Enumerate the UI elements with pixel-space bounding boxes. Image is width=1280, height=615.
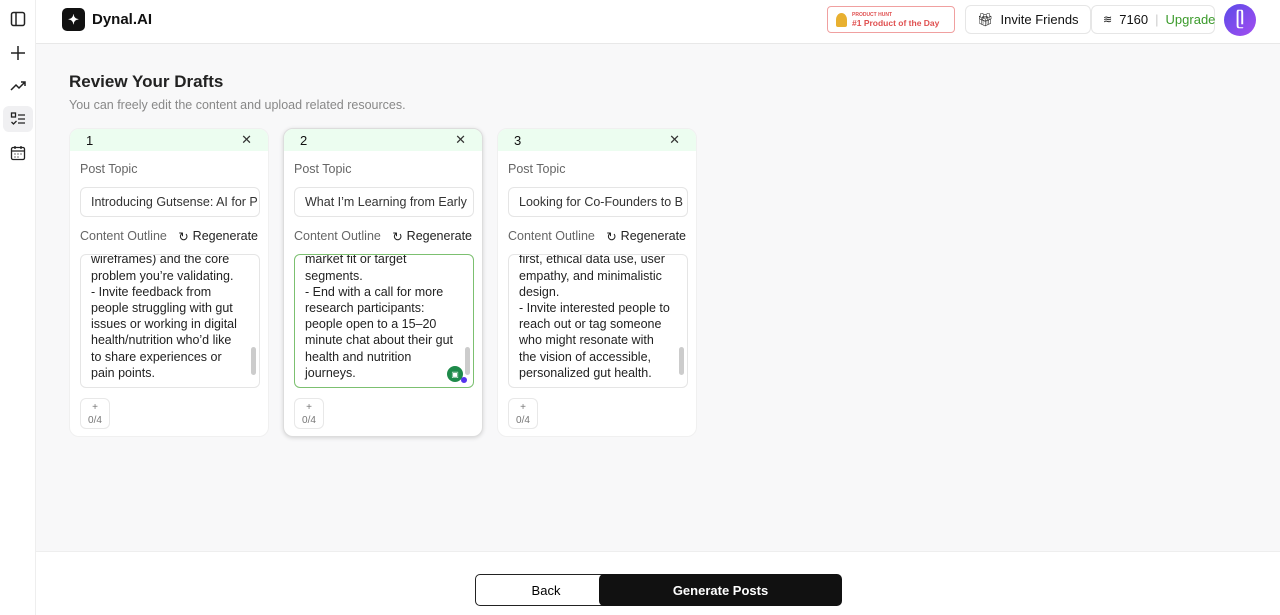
close-icon[interactable]: ✕ (669, 132, 680, 148)
invite-friends-button[interactable]: 🎁︎ Invite Friends (965, 5, 1091, 34)
credits-button[interactable]: ≋ 7160 | Upgrade (1091, 5, 1215, 34)
outline-text: first, ethical data use, user empathy, a… (519, 254, 670, 380)
close-icon[interactable]: ✕ (241, 132, 252, 148)
plus-icon: + (306, 402, 312, 413)
logo[interactable]: ✦ Dynal.AI (62, 8, 152, 31)
upload-button[interactable]: +0/4 (508, 398, 538, 429)
regenerate-button[interactable]: ↻ Regenerate (606, 229, 686, 244)
sidebar (0, 0, 36, 615)
sidebar-toggle-icon (10, 11, 26, 27)
card-header: 1 ✕ (70, 129, 268, 151)
regenerate-label: Regenerate (620, 229, 686, 243)
analytics-button[interactable] (3, 73, 33, 99)
medal-icon (836, 12, 847, 27)
upload-count: 0/4 (516, 415, 530, 426)
new-button[interactable] (3, 40, 33, 66)
product-hunt-badge[interactable]: PRODUCT HUNT #1 Product of the Day (827, 6, 955, 33)
header: ✦ Dynal.AI PRODUCT HUNT #1 Product of the … (36, 0, 1280, 44)
trending-icon (10, 81, 26, 91)
avatar[interactable]: ᥫ (1224, 4, 1256, 36)
content-outline-textarea[interactable]: first, ethical data use, user empathy, a… (508, 254, 688, 388)
credits-count: 7160 (1119, 12, 1149, 27)
regenerate-label: Regenerate (406, 229, 472, 243)
upgrade-link[interactable]: Upgrade (1166, 12, 1216, 27)
upload-button[interactable]: +0/4 (294, 398, 324, 429)
card-number: 3 (514, 132, 522, 148)
card-header: 2 ✕ (284, 129, 482, 151)
card-header: 3 ✕ (498, 129, 696, 151)
content-outline-textarea[interactable]: market fit or target segments. - End wit… (294, 254, 474, 388)
divider: | (1155, 12, 1159, 27)
refresh-icon: ↻ (392, 230, 403, 244)
upload-count: 0/4 (302, 415, 316, 426)
coins-icon: ≋ (1103, 14, 1113, 26)
plus-icon (11, 46, 25, 60)
back-button[interactable]: Back (475, 574, 617, 606)
draft-card: 2 ✕ Post Topic What I’m Learning from Ear… (283, 128, 483, 437)
generate-posts-button[interactable]: Generate Posts (599, 574, 842, 606)
status-dot (461, 377, 467, 383)
sidebar-toggle-button[interactable] (3, 6, 33, 32)
content-outline-label: Content Outline (80, 229, 167, 243)
ph-label: #1 Product of the Day (852, 17, 940, 28)
page-title: Review Your Drafts (69, 72, 224, 91)
refresh-icon: ↻ (606, 230, 617, 244)
scrollbar[interactable] (251, 347, 256, 375)
close-icon[interactable]: ✕ (455, 132, 466, 148)
checklist-icon (10, 112, 25, 125)
refresh-icon: ↻ (178, 230, 189, 244)
scrollbar[interactable] (679, 347, 684, 375)
draft-card: 3 ✕ Post Topic Looking for Co-Founders to… (497, 128, 697, 437)
post-topic-input[interactable]: What I’m Learning from Early (294, 187, 474, 217)
regenerate-button[interactable]: ↻ Regenerate (178, 229, 258, 244)
footer: Back Generate Posts (36, 551, 1280, 615)
page-subtitle: You can freely edit the content and uplo… (69, 98, 406, 112)
outline-text: wireframes) and the core problem you’re … (91, 254, 237, 380)
calendar-icon (10, 146, 26, 161)
post-topic-input[interactable]: Looking for Co-Founders to B (508, 187, 688, 217)
plus-icon: + (92, 402, 98, 413)
post-topic-label: Post Topic (294, 162, 352, 176)
gift-icon: 🎁︎ (977, 11, 994, 27)
content-outline-label: Content Outline (508, 229, 595, 243)
upload-count: 0/4 (88, 415, 102, 426)
regenerate-button[interactable]: ↻ Regenerate (392, 229, 472, 244)
card-number: 2 (300, 132, 308, 148)
scrollbar[interactable] (465, 347, 470, 375)
content-outline-textarea[interactable]: wireframes) and the core problem you’re … (80, 254, 260, 388)
drafts-button[interactable] (3, 106, 33, 132)
outline-text: market fit or target segments. - End wit… (305, 254, 454, 380)
card-number: 1 (86, 132, 94, 148)
upload-button[interactable]: +0/4 (80, 398, 110, 429)
logo-text: Dynal.AI (92, 11, 153, 28)
logo-icon: ✦ (62, 8, 85, 31)
post-topic-label: Post Topic (80, 162, 138, 176)
regenerate-label: Regenerate (192, 229, 258, 243)
calendar-button[interactable] (3, 140, 33, 166)
content-outline-label: Content Outline (294, 229, 381, 243)
post-topic-label: Post Topic (508, 162, 566, 176)
draft-card: 1 ✕ Post Topic Introducing Gutsense: AI f… (69, 128, 269, 437)
plus-icon: + (520, 402, 526, 413)
post-topic-input[interactable]: Introducing Gutsense: AI for P (80, 187, 260, 217)
invite-label: Invite Friends (1000, 12, 1079, 27)
